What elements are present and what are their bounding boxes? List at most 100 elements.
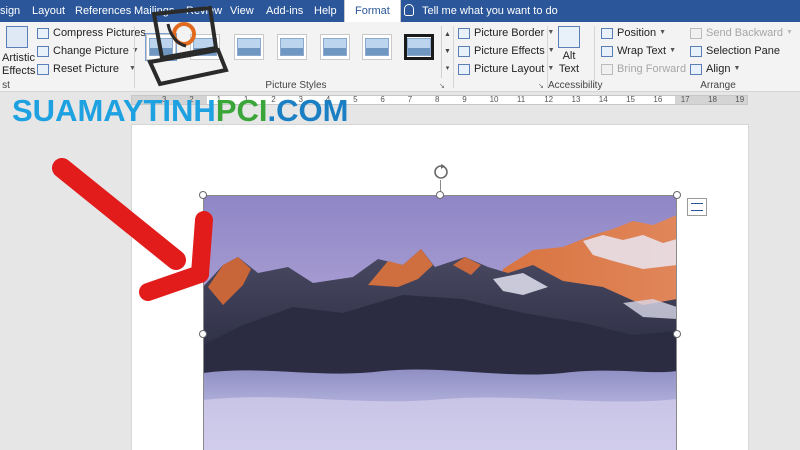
compress-icon [37, 27, 49, 39]
selection-pane-icon [690, 45, 702, 57]
tab-layout[interactable]: Layout [32, 0, 65, 22]
bring-forward-icon [601, 63, 613, 75]
gallery-scroll: ▲ ▼ ▾ [441, 26, 453, 78]
watermark-part1: SUAMAYTINH [12, 93, 216, 128]
reset-picture-label: Reset Picture [53, 63, 120, 75]
ruler-number: 9 [462, 95, 467, 104]
position-label: Position [617, 27, 657, 39]
ribbon: Artistic Effects▼ Compress Pictures Chan… [0, 22, 800, 92]
watermark-text: SUAMAYTINHPCI.COM [12, 93, 348, 129]
laptop-logo-icon [147, 5, 229, 87]
dialog-launcher-icon[interactable]: ↘ [439, 82, 445, 90]
arrange-group-label: Arrange [700, 80, 736, 91]
send-backward-icon [690, 27, 702, 39]
group-divider [594, 26, 595, 88]
alt-text-icon [558, 26, 580, 48]
change-picture-label: Change Picture [53, 45, 129, 57]
adjust-group-label: st [2, 80, 10, 91]
resize-handle-top[interactable] [436, 191, 444, 199]
selection-pane-button[interactable]: Selection Pane [690, 43, 780, 59]
artistic-effects-icon [6, 26, 28, 48]
ruler-number: 19 [735, 95, 745, 104]
position-button[interactable]: Position ▼ [601, 25, 666, 41]
ruler-number: 13 [571, 95, 581, 104]
ruler-number: 14 [598, 95, 608, 104]
tab-view[interactable]: View [230, 0, 254, 22]
wrap-text-label: Wrap Text [617, 45, 667, 57]
picture-style-thumb-6[interactable] [362, 34, 392, 60]
picture-border-label: Picture Border [474, 27, 545, 39]
accessibility-group-label: Accessibility [548, 80, 603, 91]
picture-effects-icon [458, 45, 470, 57]
mountain-image [203, 195, 677, 450]
ruler-number: 5 [353, 95, 358, 104]
alt-text-label-1: Alt [562, 50, 576, 62]
reset-picture-button[interactable]: Reset Picture ▼ [37, 61, 136, 77]
mountain-picture[interactable] [203, 195, 677, 450]
ruler-number: 10 [489, 95, 499, 104]
position-icon [601, 27, 613, 39]
ruler-number: 7 [407, 95, 413, 104]
send-backward-label: Send Backward [706, 27, 784, 39]
layout-options-button[interactable] [687, 198, 707, 216]
ruler-number: 17 [680, 95, 690, 104]
group-divider [134, 26, 135, 88]
tell-me-search[interactable]: Tell me what you want to do [404, 0, 558, 22]
alt-text-button[interactable]: Alt Text [552, 26, 586, 76]
gallery-more-icon[interactable]: ▾ [442, 60, 453, 77]
group-divider [453, 26, 454, 88]
send-backward-button[interactable]: Send Backward ▼ [690, 25, 793, 41]
picture-effects-label: Picture Effects [474, 45, 545, 57]
gallery-down-icon[interactable]: ▼ [442, 43, 453, 60]
picture-border-button[interactable]: Picture Border ▼ [458, 25, 554, 41]
layout-options-icon [691, 203, 703, 211]
ruler-number: 18 [708, 95, 717, 104]
tell-me-label: Tell me what you want to do [422, 5, 558, 17]
bring-forward-label: Bring Forward [617, 63, 687, 75]
tab-add-ins[interactable]: Add-ins [266, 0, 303, 22]
align-icon [690, 63, 702, 75]
resize-handle-right[interactable] [673, 330, 681, 338]
tab-design[interactable]: sign [0, 0, 20, 22]
compress-pictures-label: Compress Pictures [53, 27, 146, 39]
ruler-number: 15 [626, 95, 635, 104]
dialog-launcher-icon[interactable]: ↘ [538, 82, 544, 90]
watermark-part3: .COM [267, 93, 349, 128]
align-button[interactable]: Align ▼ [690, 61, 740, 77]
picture-style-thumb-4[interactable] [277, 34, 307, 60]
ribbon-tab-bar: sign Layout References Mailings Review V… [0, 0, 800, 22]
compress-pictures-button[interactable]: Compress Pictures [37, 25, 146, 41]
ruler-number: 8 [435, 95, 440, 104]
ruler-number: 16 [653, 95, 663, 104]
align-label: Align [706, 63, 731, 75]
group-divider [547, 26, 548, 88]
picture-border-icon [458, 27, 470, 39]
gallery-up-icon[interactable]: ▲ [442, 26, 453, 43]
picture-style-thumb-5[interactable] [320, 34, 350, 60]
picture-effects-button[interactable]: Picture Effects ▼ [458, 43, 555, 59]
picture-layout-label: Picture Layout [474, 63, 545, 75]
resize-handle-top-right[interactable] [673, 191, 681, 199]
picture-style-thumb-7[interactable] [404, 34, 434, 60]
rotate-handle-icon[interactable] [432, 162, 450, 180]
picture-style-thumb-3[interactable] [234, 34, 264, 60]
tab-references[interactable]: References [75, 0, 131, 22]
picture-layout-button[interactable]: Picture Layout ▼ [458, 61, 554, 77]
artistic-effects-label-2: Effects [2, 65, 36, 77]
wrap-text-icon [601, 45, 613, 57]
chevron-down-icon: ▼ [786, 29, 793, 36]
reset-picture-icon [37, 63, 49, 75]
ruler-number: 12 [544, 95, 554, 104]
change-picture-button[interactable]: Change Picture ▼ [37, 43, 139, 59]
tab-format[interactable]: Format [344, 0, 401, 22]
ruler-number: 11 [516, 95, 526, 104]
wrap-text-button[interactable]: Wrap Text ▼ [601, 43, 676, 59]
chevron-down-icon: ▼ [669, 47, 677, 54]
tab-help[interactable]: Help [314, 0, 337, 22]
alt-text-label-2: Text [558, 63, 580, 75]
bring-forward-button[interactable]: Bring Forward▼ [601, 61, 696, 77]
ruler-number: 6 [380, 95, 385, 104]
resize-handle-left[interactable] [199, 330, 207, 338]
selection-pane-label: Selection Pane [706, 45, 780, 57]
watermark-part2: PCI [215, 93, 268, 128]
